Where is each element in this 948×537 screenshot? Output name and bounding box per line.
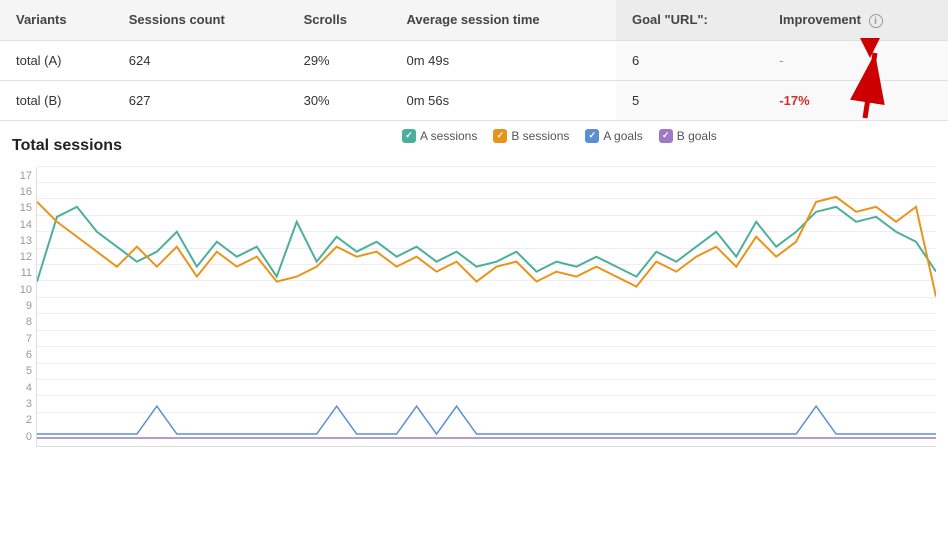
cell-variant-b: total (B): [0, 80, 113, 120]
col-header-avg-session: Average session time: [390, 0, 616, 40]
chart-area: [36, 167, 936, 447]
y-label: 14: [12, 220, 36, 231]
cell-sessions-a: 624: [113, 40, 288, 80]
ab-test-table: Variants Sessions count Scrolls Average …: [0, 0, 948, 121]
chart-svg: [37, 167, 936, 446]
chart-section: Total sessions ✓ A sessions ✓ B sessions…: [0, 121, 948, 457]
red-arrow-icon: [810, 33, 890, 123]
table-row: total (B) 627 30% 0m 56s 5 -17%: [0, 80, 948, 120]
legend-a-goals: ✓ A goals: [585, 129, 642, 143]
cell-avg-session-a: 0m 49s: [390, 40, 616, 80]
col-header-scrolls: Scrolls: [288, 0, 391, 40]
y-axis: 0 2 3 4 5 6 7 8 9 10 11 12 13 14 15 16 1…: [12, 167, 36, 447]
y-label: 12: [12, 252, 36, 263]
y-label: 5: [12, 366, 36, 377]
chart-title: Total sessions: [12, 137, 122, 155]
legend-a-sessions-icon: ✓: [402, 129, 416, 143]
chart-wrapper: 0 2 3 4 5 6 7 8 9 10 11 12 13 14 15 16 1…: [12, 167, 936, 447]
col-header-sessions: Sessions count: [113, 0, 288, 40]
cell-scrolls-b: 30%: [288, 80, 391, 120]
legend-b-goals-icon: ✓: [659, 129, 673, 143]
cell-variant-a: total (A): [0, 40, 113, 80]
table-row: total (A) 624 29% 0m 49s 6 -: [0, 40, 948, 80]
y-label: 3: [12, 399, 36, 410]
col-header-goal: Goal "URL":: [616, 0, 763, 40]
cell-goal-b: 5: [616, 80, 763, 120]
cell-scrolls-a: 29%: [288, 40, 391, 80]
cell-goal-a: 6: [616, 40, 763, 80]
col-header-variants: Variants: [0, 0, 113, 40]
y-label: 8: [12, 317, 36, 328]
y-label: 15: [12, 203, 36, 214]
y-label: 0: [12, 432, 36, 443]
y-label: 16: [12, 187, 36, 198]
a-goals-line: [37, 406, 936, 434]
b-sessions-line: [37, 196, 936, 296]
y-label: 9: [12, 301, 36, 312]
y-label: 13: [12, 236, 36, 247]
y-label: 2: [12, 415, 36, 426]
y-label: 17: [12, 171, 36, 182]
cell-avg-session-b: 0m 56s: [390, 80, 616, 120]
legend-b-sessions-icon: ✓: [493, 129, 507, 143]
y-label: 6: [12, 350, 36, 361]
legend-b-sessions: ✓ B sessions: [493, 129, 569, 143]
y-label: 10: [12, 285, 36, 296]
legend-a-goals-icon: ✓: [585, 129, 599, 143]
legend-a-sessions: ✓ A sessions: [402, 129, 477, 143]
y-label: 7: [12, 334, 36, 345]
chart-legend: ✓ A sessions ✓ B sessions ✓ A goals ✓ B …: [402, 129, 717, 143]
y-label: 11: [12, 268, 36, 279]
y-label: 4: [12, 383, 36, 394]
info-icon[interactable]: i: [869, 14, 883, 28]
a-sessions-line: [37, 206, 936, 281]
legend-b-goals: ✓ B goals: [659, 129, 717, 143]
cell-sessions-b: 627: [113, 80, 288, 120]
